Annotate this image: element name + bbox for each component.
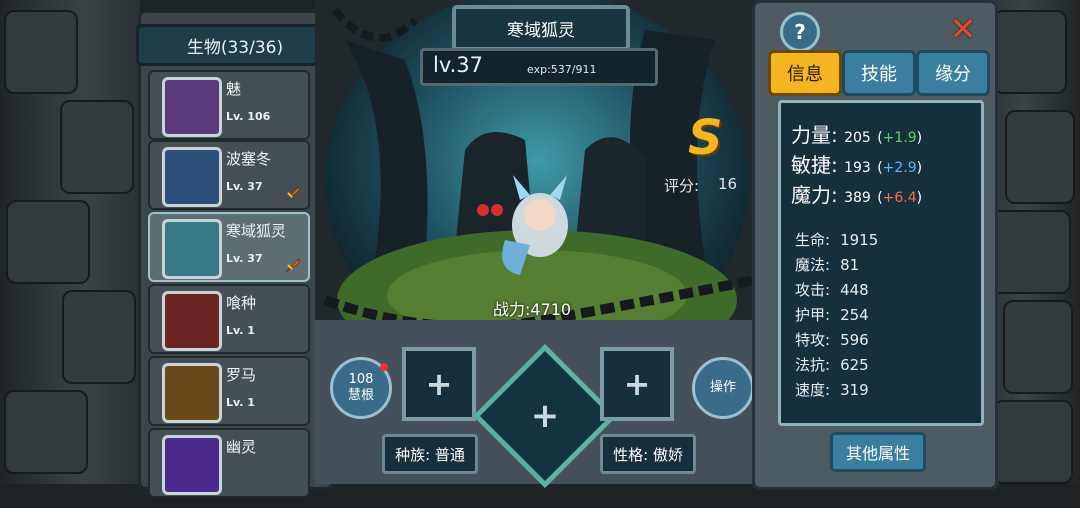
creature-level: lv.37	[433, 53, 484, 77]
wall-stone	[4, 10, 78, 94]
race-tag: 种族: 普通	[382, 434, 478, 474]
creature-level: Lv. 1	[226, 324, 255, 337]
creature-portrait	[162, 435, 222, 495]
close-icon[interactable]: ✕	[944, 10, 982, 48]
stat-label: 特攻:	[795, 331, 831, 349]
huigen-count: 108	[348, 372, 374, 387]
help-icon[interactable]: ?	[780, 12, 820, 52]
stat-label: 速度:	[795, 381, 831, 399]
stat-value: 1915	[840, 231, 879, 249]
stat-label: 法抗:	[795, 356, 831, 374]
creature-level: Lv. 1	[226, 396, 255, 409]
stat-bonus: +1.9	[882, 130, 917, 146]
creature-card[interactable]: 魅 Lv. 106	[148, 70, 310, 140]
creature-card[interactable]: 寒域狐灵 Lv. 37	[148, 212, 310, 282]
grade-icon: S	[688, 110, 723, 166]
tab-info[interactable]: 信息	[768, 50, 842, 96]
wall-stone	[4, 390, 88, 474]
stat-hp: 生命: 1915	[795, 229, 878, 250]
creature-card[interactable]: 喰种 Lv. 1	[148, 284, 310, 354]
wall-stone	[993, 400, 1073, 484]
wall-stone	[991, 210, 1071, 294]
stat-attack: 攻击: 448	[795, 279, 869, 300]
creature-portrait	[162, 147, 222, 207]
wall-stone	[6, 200, 90, 284]
creature-name: 波塞冬	[226, 150, 272, 168]
creature-portrait	[162, 291, 222, 351]
stat-magic-resist: 法抗: 625	[795, 354, 869, 375]
stat-speed: 速度: 319	[795, 379, 869, 400]
right-rock-wall	[985, 0, 1080, 484]
huigen-label: 慧根	[347, 388, 374, 403]
main-stat-strength: 力量: 205 (+1.9)	[791, 123, 923, 147]
stat-value: 319	[840, 381, 869, 399]
stats-box: 力量: 205 (+1.9) 敏捷: 193 (+2.9) 魔力: 389 (+…	[778, 100, 984, 426]
stat-value: 193	[844, 160, 871, 176]
stat-value: 81	[840, 256, 860, 274]
creature-count-header: 生物(33/36)	[136, 24, 334, 66]
stat-special-attack: 特攻: 596	[795, 329, 869, 350]
other-attributes-button[interactable]: 其他属性	[830, 432, 926, 472]
tab-bond[interactable]: 缘分	[916, 50, 990, 96]
combat-power: 战力:4710	[493, 300, 572, 319]
score-label: 评分:	[664, 177, 700, 195]
creature-level: Lv. 37	[226, 252, 263, 265]
creature-portrait	[162, 363, 222, 423]
level-bar: lv.37 exp:537/911	[420, 48, 658, 86]
creature-card[interactable]: 罗马 Lv. 1	[148, 356, 310, 426]
stat-bonus: +6.4	[882, 190, 917, 206]
creature-card[interactable]: 波塞冬 Lv. 37	[148, 140, 310, 210]
left-rock-wall	[0, 0, 140, 484]
creature-card[interactable]: 幽灵	[148, 428, 310, 498]
creature-level: Lv. 106	[226, 110, 271, 123]
wall-stone	[60, 100, 134, 194]
stat-label: 魔法:	[795, 256, 831, 274]
creature-name-banner: 寒域狐灵	[452, 5, 630, 51]
stat-label: 敏捷:	[791, 153, 838, 177]
stat-label: 力量:	[791, 123, 838, 147]
wall-stone	[1003, 300, 1073, 394]
stat-armor: 护甲: 254	[795, 304, 869, 325]
creature-name: 罗马	[226, 366, 257, 384]
stat-label: 生命:	[795, 231, 831, 249]
creature-portrait	[162, 77, 222, 137]
wall-stone	[1005, 110, 1075, 204]
stat-value: 596	[840, 331, 869, 349]
stat-value: 389	[844, 190, 871, 206]
plus-icon: +	[530, 396, 560, 436]
stat-mp: 魔法: 81	[795, 254, 859, 275]
stat-label: 魔力:	[791, 183, 838, 207]
stat-value: 254	[840, 306, 869, 324]
stat-bonus: +2.9	[882, 160, 917, 176]
stat-label: 攻击:	[795, 281, 831, 299]
stat-label: 护甲:	[795, 306, 831, 324]
wall-stone	[993, 10, 1067, 94]
creature-name: 寒域狐灵	[226, 222, 287, 240]
wall-stone	[62, 290, 136, 384]
score-value: 16	[718, 175, 738, 193]
personality-tag: 性格: 傲娇	[600, 434, 696, 474]
creature-name: 魅	[226, 80, 242, 98]
stat-value: 205	[844, 130, 871, 146]
main-stat-agility: 敏捷: 193 (+2.9)	[791, 153, 923, 177]
creature-level: Lv. 37	[226, 180, 263, 193]
tab-skills[interactable]: 技能	[842, 50, 916, 96]
creature-name: 幽灵	[226, 438, 257, 456]
stat-value: 448	[840, 281, 869, 299]
creature-exp: exp:537/911	[527, 63, 597, 76]
equip-slot-left[interactable]: +	[402, 347, 476, 421]
operate-button[interactable]: 操作	[692, 357, 754, 419]
notification-dot	[380, 363, 388, 371]
main-stat-magic: 魔力: 389 (+6.4)	[791, 183, 923, 207]
stat-value: 625	[840, 356, 869, 374]
sword-icon	[285, 185, 300, 201]
sword-icon	[285, 257, 300, 273]
creature-name: 喰种	[226, 294, 257, 312]
equip-slot-right[interactable]: +	[600, 347, 674, 421]
creature-portrait	[162, 219, 222, 279]
